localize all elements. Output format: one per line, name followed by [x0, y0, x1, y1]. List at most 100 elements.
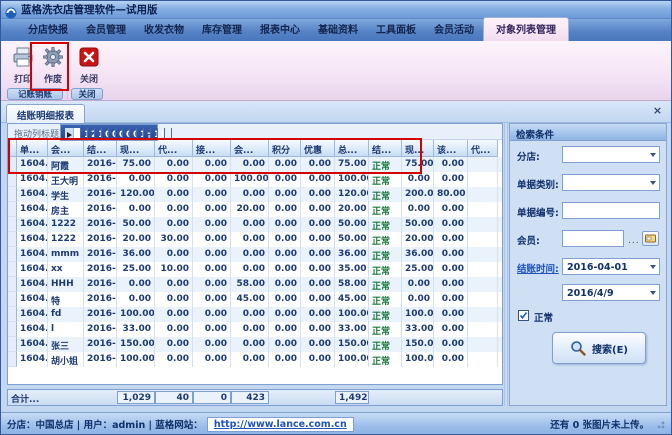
table-row[interactable]: 1604...胡小姐2016-...100.000.000.000.000.00… — [8, 352, 502, 367]
column-header-3[interactable]: 结... — [84, 140, 117, 157]
row-selector[interactable] — [8, 247, 17, 262]
date-from-select[interactable]: 2016-04-01 — [562, 258, 660, 275]
table-row[interactable]: 1604...特2016-...0.000.000.0045.000.000.0… — [8, 292, 502, 307]
menu-item-5[interactable]: 报表中心 — [251, 17, 309, 41]
menu-item-4[interactable]: 库存管理 — [193, 17, 251, 41]
column-header-10[interactable]: 总... — [335, 140, 369, 157]
row-selector[interactable] — [65, 128, 74, 141]
close-button[interactable]: 关闭 — [73, 45, 105, 89]
toolbar-group-bookkeeping: 记账销账 — [7, 88, 63, 100]
cell: 2016-... — [84, 322, 117, 337]
table-row[interactable]: 1604...xx2016-...25.0010.000.000.000.000… — [8, 262, 502, 277]
cell: 0.00 — [402, 292, 434, 307]
doc-type-select[interactable] — [562, 174, 660, 191]
panel-close-icon[interactable]: × — [651, 105, 664, 118]
status-bar: 分店：中国总店 | 用户：admin | 蓝格网站： http://www.la… — [1, 412, 671, 435]
cell: 0.00 — [402, 277, 434, 292]
normal-checkbox[interactable] — [518, 310, 529, 321]
cell: 20.00 — [117, 232, 155, 247]
row-selector[interactable] — [8, 322, 17, 337]
column-header-14[interactable]: 代... — [468, 140, 498, 157]
column-header-1[interactable]: 单... — [17, 140, 48, 157]
void-button[interactable]: 作废 — [37, 45, 69, 89]
tab-object-list-management[interactable]: 对象列表管理 — [483, 17, 569, 41]
toolbar-group-close: 关闭 — [71, 88, 103, 100]
cell: 正常 — [369, 157, 402, 172]
cell: 1604... — [17, 202, 48, 217]
close-x-icon — [77, 45, 101, 69]
menu-item-7[interactable]: 工具面板 — [367, 17, 425, 41]
column-header-11[interactable]: 结... — [369, 140, 402, 157]
menu-item-3[interactable]: 收发衣物 — [135, 17, 193, 41]
search-button[interactable]: 搜索(E) — [552, 332, 646, 364]
row-selector[interactable] — [8, 337, 17, 352]
cell: 0.00 — [102, 128, 109, 141]
cell: 0.00 — [434, 217, 468, 232]
cell: 0.00 — [269, 307, 301, 322]
chevron-down-icon — [650, 291, 656, 295]
chevron-down-icon — [650, 265, 656, 269]
table-row[interactable]: 1604...学生2016-...120.000.000.000.000.000… — [8, 187, 502, 202]
row-selector[interactable] — [8, 172, 17, 187]
store-select[interactable] — [562, 146, 660, 163]
menu-item-6[interactable]: 基础资料 — [309, 17, 367, 41]
row-selector[interactable] — [8, 262, 17, 277]
resize-grip[interactable] — [655, 419, 665, 429]
cell: 100.00 — [335, 307, 369, 322]
column-header-4[interactable]: 现... — [117, 140, 155, 157]
menu-item-2[interactable]: 会员管理 — [77, 17, 135, 41]
column-header-13[interactable]: 该... — [434, 140, 468, 157]
table-row[interactable]: 1604...12222016-...20.0030.000.000.000.0… — [8, 232, 502, 247]
row-selector[interactable] — [8, 187, 17, 202]
column-header-6[interactable]: 接... — [193, 140, 231, 157]
table-row[interactable]: 1604...l2016-...33.000.000.000.000.000.0… — [8, 322, 502, 337]
cell: 75.00 — [117, 157, 155, 172]
column-header-2[interactable]: 会... — [48, 140, 84, 157]
menu-item-1[interactable]: 分店快报 — [19, 17, 77, 41]
table-row[interactable]: 1604...12222016-...50.000.000.000.000.00… — [8, 217, 502, 232]
panel-splitter[interactable] — [504, 123, 508, 406]
table-row[interactable]: 1604...张三2016-...150.000.000.000.000.000… — [8, 337, 502, 352]
cell: 0.00 — [269, 247, 301, 262]
cell: 0.00 — [269, 172, 301, 187]
cell: 0.00 — [269, 322, 301, 337]
column-header-9[interactable]: 优惠 — [301, 140, 335, 157]
table-row[interactable]: 1604...房主2016-...0.000.000.0020.000.000.… — [8, 202, 502, 217]
cell: 1604... — [17, 352, 48, 367]
column-header-5[interactable]: 代... — [155, 140, 193, 157]
row-selector[interactable] — [8, 292, 17, 307]
column-header-7[interactable]: 会... — [231, 140, 269, 157]
row-selector[interactable] — [8, 232, 17, 247]
website-link[interactable]: http://www.lance.com.cn — [207, 417, 354, 432]
menu-item-8[interactable]: 会员活动 — [425, 17, 483, 41]
row-selector[interactable] — [8, 202, 17, 217]
row-selector[interactable] — [8, 157, 17, 172]
member-lookup-button[interactable] — [642, 231, 659, 246]
row-selector[interactable] — [8, 217, 17, 232]
grid-header: 单...会...结...现...代...接...会...积分优惠总...结...… — [8, 140, 502, 157]
date-to-select[interactable]: 2016/4/9 — [562, 284, 660, 301]
table-row[interactable]: 1604...HHH2016-...0.000.000.0058.000.000… — [8, 277, 502, 292]
tab-settlement-detail-report[interactable]: 结账明细报表 — [6, 104, 85, 123]
column-header-12[interactable]: 现... — [402, 140, 434, 157]
settle-date-label[interactable]: 结账时间: — [517, 261, 559, 275]
row-selector[interactable] — [8, 352, 17, 367]
doc-no-input[interactable] — [562, 202, 660, 219]
cell: 150.00 — [402, 337, 434, 352]
cell: 33.00 — [402, 322, 434, 337]
table-row[interactable]: 1604...王大明2016-...0.000.000.00100.000.00… — [8, 172, 502, 187]
table-row[interactable]: 1604...fd2016-...100.000.000.000.000.000… — [8, 307, 502, 322]
cell: 1604... — [17, 247, 48, 262]
row-selector[interactable] — [8, 307, 17, 322]
cell: 0.00 — [434, 307, 468, 322]
cell: 1604... — [17, 232, 48, 247]
table-row[interactable]: 1604...1232016-...100.000.000.000.000.00… — [60, 124, 158, 141]
cell: 50.00 — [335, 232, 369, 247]
member-input[interactable] — [562, 230, 624, 247]
print-button[interactable]: 打印 — [7, 45, 39, 89]
row-selector[interactable] — [8, 277, 17, 292]
cell: 0.00 — [301, 172, 335, 187]
table-row[interactable]: 1604...阿霞2016-...75.000.000.000.000.000.… — [8, 157, 502, 172]
column-header-8[interactable]: 积分 — [269, 140, 301, 157]
table-row[interactable]: 1604...mmm2016-...36.000.000.000.000.000… — [8, 247, 502, 262]
